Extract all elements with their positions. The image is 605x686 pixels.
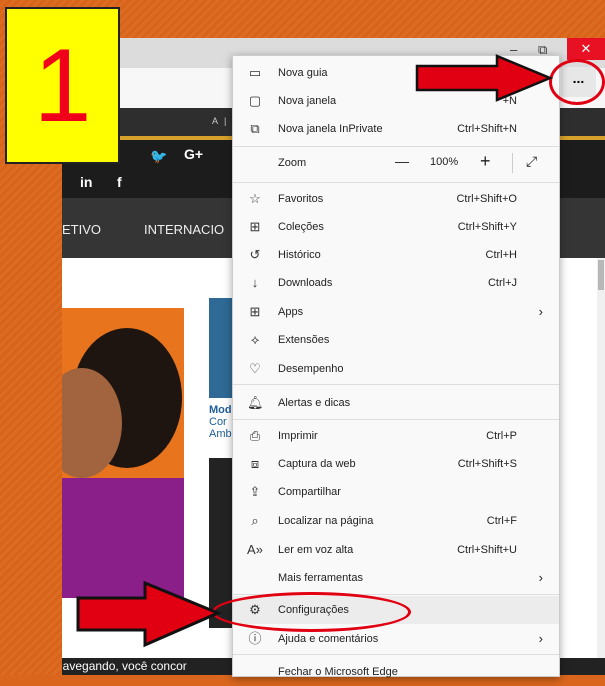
apps-icon: ⊞ xyxy=(249,304,261,319)
read-aloud-icon: A» xyxy=(247,542,263,557)
menu-label: Apps xyxy=(278,306,304,318)
menu-item-close-edge[interactable]: Fechar o Microsoft Edge xyxy=(233,658,559,686)
fullscreen-icon[interactable]: ⤢ xyxy=(526,153,537,170)
red-arrow-right-icon xyxy=(415,54,554,102)
menu-item-apps[interactable]: ⊞ Apps › xyxy=(233,298,559,326)
menu-shortcut: Ctrl+Shift+S xyxy=(457,458,517,470)
menu-item-more-tools[interactable]: Mais ferramentas › xyxy=(233,564,559,592)
menu-label: Nova janela xyxy=(278,95,337,107)
menu-item-performance[interactable]: ♡ Desempenho xyxy=(233,355,559,383)
menu-item-share[interactable]: ⇪ Compartilhar xyxy=(233,478,559,506)
scroll-thumb[interactable] xyxy=(598,260,604,290)
menu-label: Fechar o Microsoft Edge xyxy=(278,666,398,678)
separator xyxy=(233,419,559,420)
menu-item-history[interactable]: ↺ Histórico Ctrl+H xyxy=(233,241,559,269)
close-button[interactable]: ✕ xyxy=(567,38,605,60)
menu-item-zoom: Zoom — 100% + ⤢ xyxy=(233,149,559,177)
menu-shortcut: Ctrl+Shift+Y xyxy=(457,221,517,233)
menu-label: Extensões xyxy=(278,334,330,346)
article-line: Cor xyxy=(209,416,227,428)
nav-item[interactable]: ETIVO xyxy=(62,222,101,237)
find-icon: ⌕ xyxy=(251,513,259,528)
capture-icon: ⧈ xyxy=(250,456,260,471)
menu-shortcut: Ctrl+Shift+N xyxy=(457,123,517,135)
zoom-label: Zoom xyxy=(278,157,307,169)
menu-label: Localizar na página xyxy=(278,515,374,527)
menu-shortcut: Ctrl+J xyxy=(487,277,517,289)
menu-shortcut: Ctrl+Shift+O xyxy=(456,193,517,205)
bell-icon: 🔔︎ xyxy=(247,395,264,410)
menu-label: Compartilhar xyxy=(278,486,341,498)
extensions-icon: ⟡ xyxy=(250,332,260,347)
site-top-text: A | xyxy=(212,116,229,126)
menu-item-favorites[interactable]: ☆ Favoritos Ctrl+Shift+O xyxy=(233,185,559,213)
article-line: Mod xyxy=(209,404,232,416)
favorites-icon: ☆ xyxy=(249,191,261,206)
history-icon: ↺ xyxy=(249,247,261,262)
menu-item-inprivate[interactable]: ⧉ Nova janela InPrivate Ctrl+Shift+N xyxy=(233,115,559,143)
menu-label: Mais ferramentas xyxy=(278,572,363,584)
menu-item-alerts[interactable]: 🔔︎ Alertas e dicas xyxy=(233,389,559,417)
article-line: Amb xyxy=(209,428,232,440)
zoom-divider xyxy=(512,153,513,173)
cookie-text: navegando, você concor xyxy=(62,659,187,673)
hero-image xyxy=(62,308,184,598)
menu-label: Ajuda e comentários xyxy=(278,633,379,645)
window-icon: ▢ xyxy=(248,93,262,108)
chevron-right-icon: › xyxy=(538,570,543,585)
download-icon: ↓ xyxy=(251,275,259,290)
menu-item-extensions[interactable]: ⟡ Extensões xyxy=(233,326,559,354)
menu-item-web-capture[interactable]: ⧈ Captura da web Ctrl+Shift+S xyxy=(233,450,559,478)
print-icon: ⎙ xyxy=(249,428,261,443)
twitter-icon[interactable]: 🐦 xyxy=(150,148,167,165)
menu-label: Downloads xyxy=(278,277,333,289)
separator xyxy=(233,384,559,385)
menu-label: Coleções xyxy=(278,221,324,233)
separator xyxy=(233,654,559,655)
menu-item-print[interactable]: ⎙ Imprimir Ctrl+P xyxy=(233,422,559,450)
performance-icon: ♡ xyxy=(249,361,261,376)
tab-icon: ▭ xyxy=(248,65,262,80)
chevron-right-icon: › xyxy=(538,631,543,646)
inprivate-icon: ⧉ xyxy=(250,121,260,136)
menu-label: Nova janela InPrivate xyxy=(278,123,383,135)
step-number-badge: 1 xyxy=(5,7,120,164)
highlight-oval-settings xyxy=(212,592,411,632)
menu-shortcut: Ctrl+P xyxy=(486,430,517,442)
separator xyxy=(233,146,559,147)
share-icon: ⇪ xyxy=(249,484,261,499)
linkedin-icon[interactable]: in xyxy=(80,174,92,190)
menu-label: Nova guia xyxy=(278,67,328,79)
edge-settings-menu: ▭ Nova guia ▢ Nova janela +N ⧉ Nova jane… xyxy=(232,55,560,678)
step-number: 1 xyxy=(33,28,92,144)
zoom-out-button[interactable]: — xyxy=(395,153,409,169)
menu-item-find[interactable]: ⌕ Localizar na página Ctrl+F xyxy=(233,507,559,535)
menu-label: Favoritos xyxy=(278,193,324,205)
separator xyxy=(233,182,559,183)
menu-label: Histórico xyxy=(278,249,321,261)
help-icon: ⓘ xyxy=(248,631,262,646)
menu-shortcut: Ctrl+Shift+U xyxy=(457,544,517,556)
menu-shortcut: Ctrl+F xyxy=(486,515,517,527)
facebook-icon[interactable]: f xyxy=(117,174,122,190)
menu-label: Imprimir xyxy=(278,430,318,442)
menu-label: Alertas e dicas xyxy=(278,397,351,409)
zoom-value: 100% xyxy=(430,156,459,168)
chevron-right-icon: › xyxy=(538,304,543,319)
highlight-circle-more xyxy=(549,59,605,105)
zoom-in-button[interactable]: + xyxy=(480,151,491,172)
menu-item-downloads[interactable]: ↓ Downloads Ctrl+J xyxy=(233,269,559,297)
red-arrow-right-icon xyxy=(76,580,222,648)
collections-icon: ⊞ xyxy=(249,219,261,234)
nav-item[interactable]: INTERNACIO xyxy=(144,222,224,237)
menu-shortcut: Ctrl+H xyxy=(485,249,517,261)
article-text[interactable]: Mod Cor Amb xyxy=(209,404,232,440)
menu-item-collections[interactable]: ⊞ Coleções Ctrl+Shift+Y xyxy=(233,213,559,241)
menu-label: Desempenho xyxy=(278,363,344,375)
menu-item-read-aloud[interactable]: A» Ler em voz alta Ctrl+Shift+U xyxy=(233,536,559,564)
menu-label: Captura da web xyxy=(278,458,356,470)
scrollbar[interactable] xyxy=(597,258,605,675)
googleplus-icon[interactable]: G+ xyxy=(184,146,203,162)
menu-label: Ler em voz alta xyxy=(278,544,354,556)
